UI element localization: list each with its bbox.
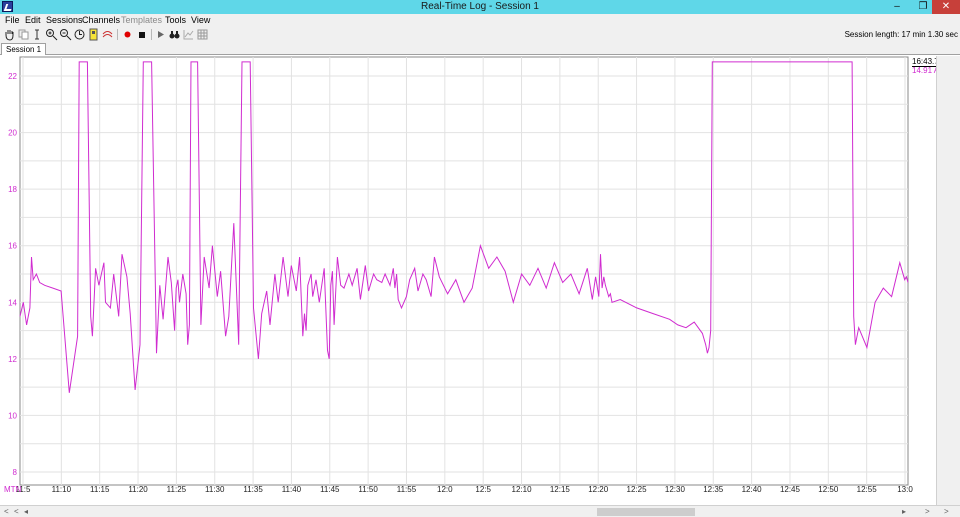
x-tick-label: 12:35 [703, 485, 724, 494]
tab-strip: Session 1 [0, 43, 960, 55]
menu-sessions[interactable]: Sessions [46, 15, 83, 25]
plot-frame [19, 56, 909, 486]
x-axis: 11:5 11:10 11:15 11:20 11:25 11:30 11:35 11:40 1… [16, 485, 914, 494]
x-tick-label: 12:50 [818, 485, 839, 494]
x-tick-label: 11:20 [128, 485, 148, 494]
x-tick-label: 11:15 [90, 485, 110, 494]
menu-edit[interactable]: Edit [25, 15, 41, 25]
scroll-left-small-icon[interactable]: < [14, 507, 19, 516]
menu-tools[interactable]: Tools [165, 15, 186, 25]
zoom-fit-icon[interactable] [73, 28, 86, 41]
cursor-icon[interactable] [31, 28, 44, 41]
x-tick-label: 12:5 [475, 485, 491, 494]
toolbar-separator [151, 29, 152, 40]
toolbar: Session length: 17 min 1.30 sec [0, 27, 960, 43]
y-tick-label: 8 [13, 468, 18, 477]
x-axis-label: MTN [4, 485, 22, 494]
layers-icon[interactable] [101, 28, 114, 41]
menu-channels[interactable]: Channels [82, 15, 120, 25]
minimize-button[interactable]: – [884, 0, 910, 14]
scroll-right-small-icon[interactable]: > [925, 507, 930, 516]
close-button[interactable]: ✕ [932, 0, 960, 14]
menu-templates[interactable]: Templates [121, 15, 162, 25]
y-tick-label: 22 [8, 72, 17, 81]
x-tick-label: 12:20 [588, 485, 609, 494]
y-tick-label: 16 [8, 242, 17, 251]
menu-view[interactable]: View [191, 15, 210, 25]
copy-icon[interactable] [17, 28, 30, 41]
session-length: Session length: 17 min 1.30 sec [844, 30, 958, 39]
x-tick-label: 11:35 [243, 485, 263, 494]
scroll-right-icon[interactable]: > [944, 507, 949, 516]
record-icon[interactable] [121, 28, 134, 41]
x-tick-label: 11:45 [320, 485, 340, 494]
x-tick-label: 13:0 [897, 485, 913, 494]
chart-grid [19, 56, 909, 486]
hand-pan-icon[interactable] [3, 28, 16, 41]
x-tick-label: 11:25 [167, 485, 187, 494]
zoom-out-icon[interactable] [59, 28, 72, 41]
x-tick-label: 12:45 [780, 485, 801, 494]
menu-file[interactable]: File [5, 15, 20, 25]
x-tick-label: 11:55 [397, 485, 417, 494]
series-afr [19, 61, 909, 393]
y-axis: 8 10 12 14 16 18 20 22 [8, 72, 17, 477]
marker-icon[interactable] [87, 28, 100, 41]
tab-session-1[interactable]: Session 1 [1, 43, 47, 55]
y-tick-label: 14 [8, 298, 17, 307]
series-line [19, 61, 909, 393]
y-tick-label: 12 [8, 355, 17, 364]
zoom-in-icon[interactable] [45, 28, 58, 41]
x-tick-label: 12:15 [550, 485, 571, 494]
scroll-left-arrow-icon[interactable]: ◂ [24, 507, 28, 516]
scroll-right-arrow-icon[interactable]: ▸ [902, 507, 906, 516]
x-tick-label: 12:0 [437, 485, 453, 494]
x-tick-label: 12:40 [742, 485, 763, 494]
binoculars-icon[interactable] [168, 28, 181, 41]
vertical-scrollbar[interactable] [936, 56, 960, 506]
table-icon[interactable] [196, 28, 209, 41]
y-tick-label: 18 [8, 185, 17, 194]
scroll-left-icon[interactable]: < [4, 507, 9, 516]
x-tick-label: 12:55 [857, 485, 878, 494]
scroll-thumb[interactable] [597, 508, 695, 516]
play-icon[interactable] [154, 28, 167, 41]
menu-bar: File Edit Sessions Channels Templates To… [0, 14, 960, 27]
x-tick-label: 11:10 [52, 485, 72, 494]
stop-icon[interactable] [135, 28, 148, 41]
x-tick-label: 11:30 [205, 485, 225, 494]
title-bar: Real-Time Log - Session 1 – ❐ ✕ [0, 0, 960, 14]
chart-icon[interactable] [182, 28, 195, 41]
x-tick-label: 11:40 [282, 485, 302, 494]
toolbar-separator [117, 29, 118, 40]
horizontal-scrollbar[interactable]: < < ◂ ▸ > > [0, 505, 960, 517]
x-tick-label: 12:25 [627, 485, 648, 494]
x-tick-label: 12:30 [665, 485, 686, 494]
y-tick-label: 20 [8, 129, 17, 138]
x-tick-label: 11:50 [358, 485, 378, 494]
x-tick-label: 12:10 [512, 485, 533, 494]
y-tick-label: 10 [8, 411, 17, 420]
chart-area[interactable]: 810121416182022 11:5 11:10 11:15 11:20 11:25… [0, 55, 960, 505]
window-title: Real-Time Log - Session 1 [420, 1, 539, 12]
